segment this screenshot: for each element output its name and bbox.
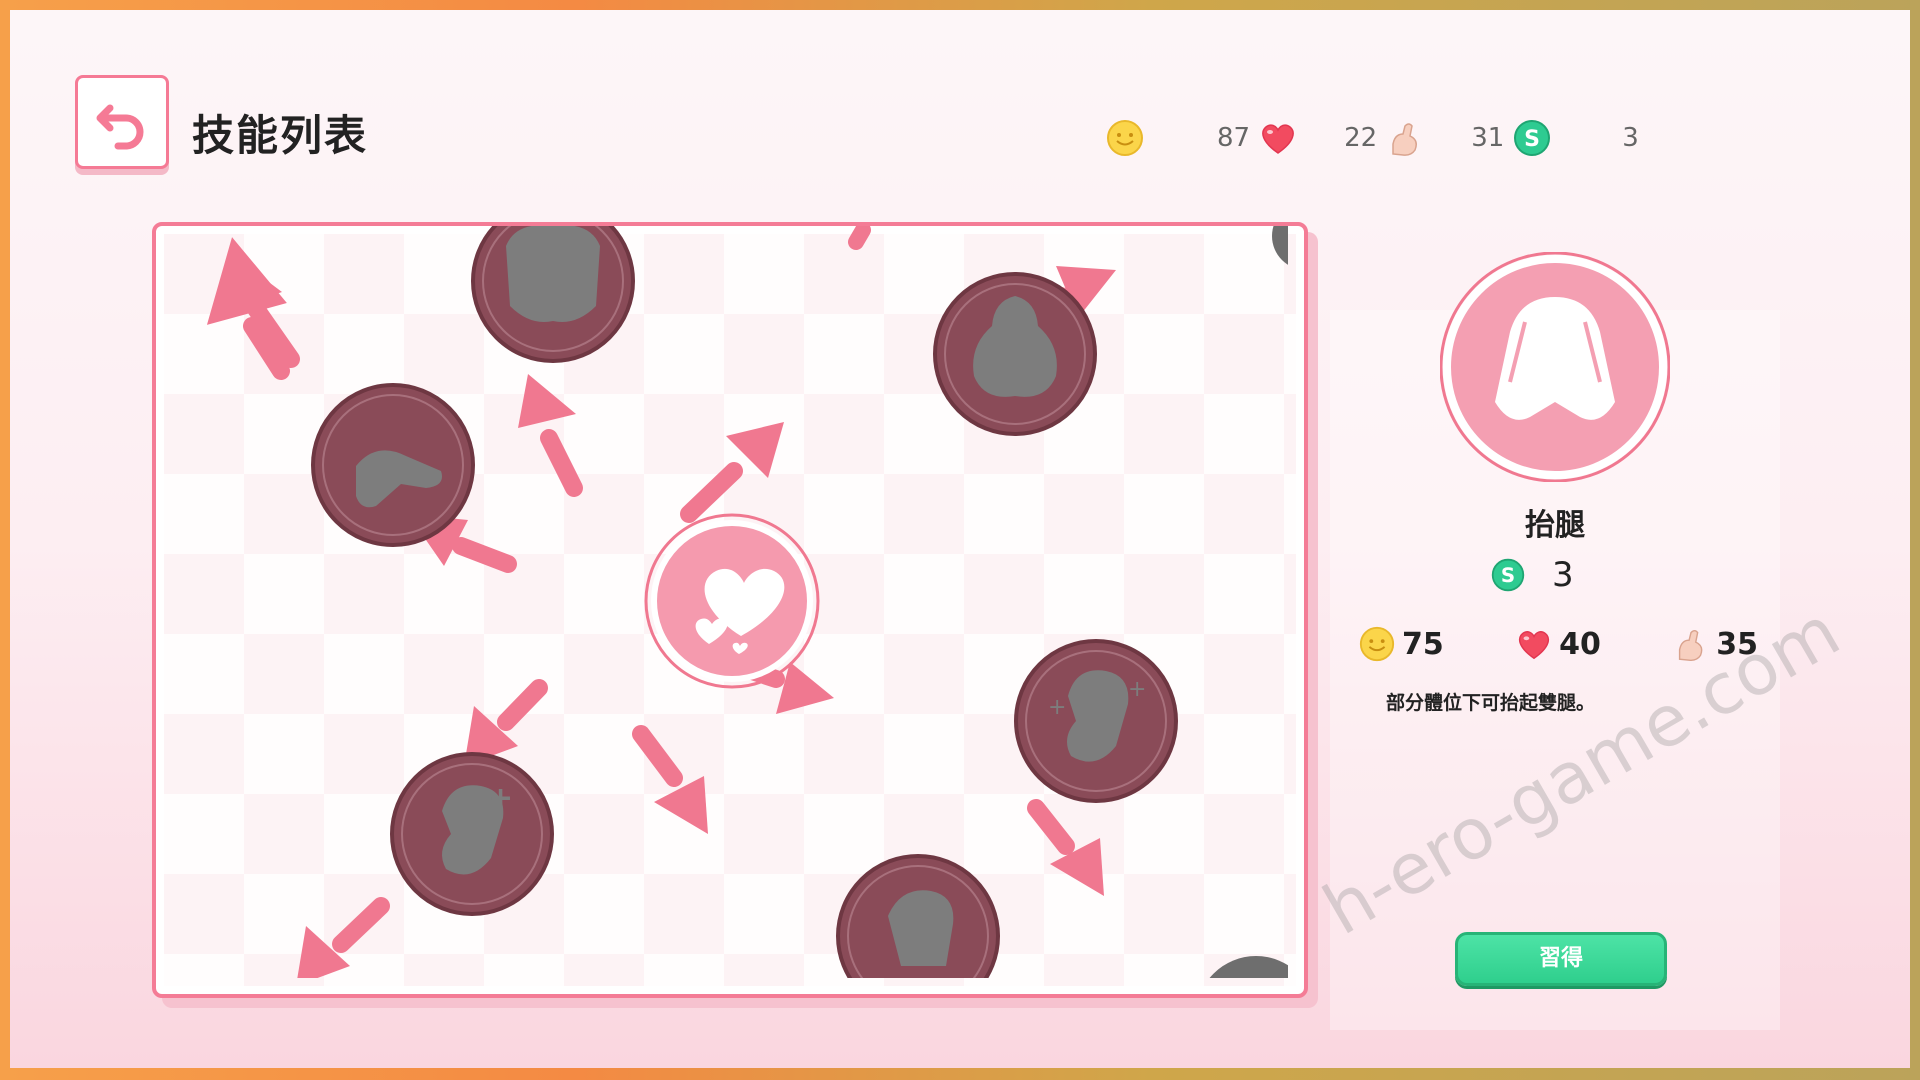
selected-skill-icon: [1440, 252, 1670, 482]
back-arrow-icon: [96, 104, 144, 150]
heart-icon: [1262, 124, 1294, 154]
skill-node-kneeling[interactable]: [471, 226, 635, 363]
back-button[interactable]: [75, 75, 169, 169]
skill-arrow: [1027, 799, 1104, 896]
skill-node-phallus-hand[interactable]: +: [390, 752, 554, 916]
smile-coin-icon: [1359, 626, 1395, 662]
skill-cost-row: S 3: [1490, 555, 1574, 595]
points-stat-value: 3: [1622, 123, 1639, 153]
svg-text:S: S: [1501, 564, 1515, 587]
svg-text:+: +: [488, 781, 513, 816]
skill-tree-panel: + + +: [152, 222, 1308, 998]
skill-node-back[interactable]: [933, 272, 1097, 436]
page-title: 技能列表: [192, 111, 369, 160]
skill-node-phallus-plus[interactable]: + +: [1014, 639, 1178, 803]
skill-node-edge[interactable]: [1196, 226, 1288, 978]
skill-node-hands[interactable]: [311, 383, 475, 547]
skill-cost-value: 3: [1552, 555, 1574, 595]
arm-icon: [1392, 123, 1418, 156]
skill-arrow: [632, 725, 708, 834]
requirement-heart: 40: [1515, 625, 1601, 663]
skill-description: 部分體位下可抬起雙腿。: [1386, 692, 1596, 714]
skill-tree[interactable]: + + +: [156, 226, 1288, 978]
skill-node-center-heart[interactable]: [644, 513, 820, 689]
skill-arrow: [518, 374, 583, 497]
svg-text:+: +: [1128, 677, 1146, 702]
smile-coin-icon: [1107, 120, 1143, 156]
kneeling-icon: [506, 226, 600, 322]
requirement-smile-value: 75: [1402, 626, 1444, 662]
sp-coin-icon: S: [1514, 120, 1551, 156]
heart-stat-value: 87: [1217, 123, 1251, 153]
stats-bar: 87 22 31 S 3: [1105, 116, 1647, 160]
skill-node-phallus-heart[interactable]: [836, 854, 1000, 978]
sp-stat-value: 31: [1471, 123, 1505, 153]
requirement-heart-value: 40: [1559, 626, 1601, 662]
arm-stat-value: 22: [1344, 123, 1378, 153]
svg-text:S: S: [1524, 127, 1540, 152]
learn-button[interactable]: 習得: [1455, 932, 1667, 986]
skill-arrow: [848, 226, 871, 250]
svg-text:+: +: [1048, 695, 1066, 720]
skill-name: 抬腿: [1525, 508, 1585, 543]
heart-icon: [1519, 631, 1550, 660]
game-frame: 技能列表 87 22 31 S 3 + + + 抬腿 S 3 75 40 35 …: [10, 10, 1910, 1068]
skill-arrow: [297, 897, 390, 978]
sp-coin-icon: S: [1491, 558, 1525, 592]
requirement-smile: 75: [1358, 625, 1444, 663]
skill-arrow: [680, 422, 784, 523]
